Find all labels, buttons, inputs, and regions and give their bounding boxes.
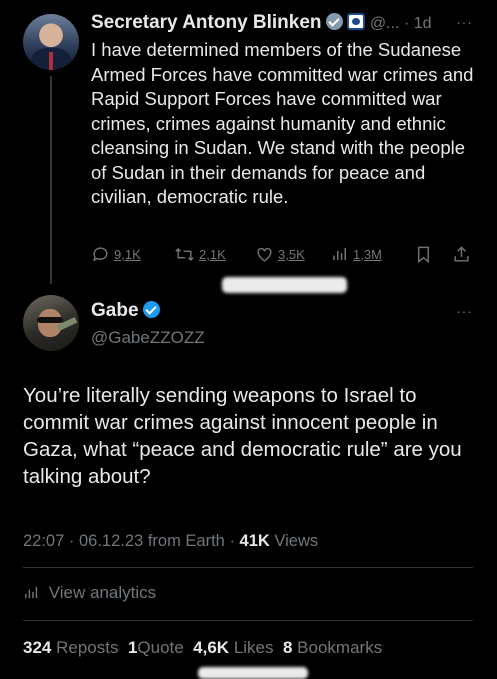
tweet-age[interactable]: 1d <box>414 15 432 32</box>
reply-header: Gabe <box>91 300 160 322</box>
author-handle[interactable]: @... <box>370 15 400 32</box>
repost-icon <box>175 247 194 262</box>
reply-date[interactable]: 06.12.23 <box>79 532 143 550</box>
bookmarks-stat[interactable]: 8 Bookmarks <box>283 638 382 657</box>
quotes-label: Quote <box>137 638 184 657</box>
view-count: 1,3M <box>353 246 382 262</box>
repost-button[interactable]: 2,1K <box>174 245 226 264</box>
view-analytics-button[interactable]: View analytics <box>23 583 156 603</box>
share-icon <box>454 246 469 262</box>
reply-stats: 324 Reposts 1Quote 4,6K Likes 8 Bookmark… <box>23 638 382 658</box>
avatar-gabe[interactable] <box>23 295 79 351</box>
like-count: 3,5K <box>278 247 305 262</box>
quotes-stat[interactable]: 1Quote <box>128 638 184 657</box>
tweet-text: I have determined members of the Sudanes… <box>91 39 474 207</box>
government-seal-icon <box>347 13 366 30</box>
view-analytics-label: View analytics <box>48 583 157 602</box>
reposts-count: 324 <box>23 638 52 657</box>
likes-count: 4,6K <box>193 638 230 657</box>
reply-author-handle[interactable]: @GabeZZOZZ <box>91 328 205 348</box>
divider <box>23 620 473 621</box>
quotes-count: 1 <box>127 638 138 657</box>
reply-text: You’re literally sending weapons to Isra… <box>23 384 462 488</box>
verified-badge-icon <box>326 13 343 30</box>
bookmarks-label: Bookmarks <box>297 638 383 657</box>
redaction-bar <box>198 667 308 679</box>
reply-count: 9,1K <box>114 247 141 262</box>
likes-label: Likes <box>233 638 274 657</box>
bookmarks-count: 8 <box>282 638 293 657</box>
tweet-actions: 9,1K 2,1K 3,5K 1,3M <box>91 245 483 267</box>
avatar-sunglasses <box>37 317 63 323</box>
meta-separator-2: · <box>229 532 235 550</box>
reply-location: from Earth <box>147 532 225 550</box>
more-options-icon[interactable]: ··· <box>456 14 473 30</box>
repost-count: 2,1K <box>199 247 226 262</box>
views-button[interactable]: 1,3M <box>331 245 382 263</box>
reply-views-label: Views <box>274 532 319 550</box>
likes-stat[interactable]: 4,6K Likes <box>193 638 273 657</box>
bookmark-icon <box>418 246 429 264</box>
reply-icon <box>93 247 108 262</box>
avatar-blinken[interactable] <box>23 14 79 70</box>
reposts-stat[interactable]: 324 Reposts <box>23 638 118 657</box>
reply-meta: 22:07 · 06.12.23 from Earth · 41K Views <box>23 532 318 551</box>
redaction-bar <box>222 277 347 293</box>
reposts-label: Reposts <box>56 638 119 657</box>
tweet-header: Secretary Antony Blinken @... · 1d <box>91 12 483 36</box>
reply-view-count: 41K <box>239 532 270 550</box>
share-button[interactable] <box>452 245 471 264</box>
author-name[interactable]: Secretary Antony Blinken <box>91 12 322 33</box>
avatar-face <box>38 309 62 337</box>
heart-icon <box>257 247 272 262</box>
more-options-icon[interactable]: ··· <box>456 303 473 319</box>
views-bar-chart-icon <box>333 248 346 260</box>
reply-button[interactable]: 9,1K <box>91 245 141 264</box>
bookmark-button[interactable] <box>415 245 432 264</box>
reply-time[interactable]: 22:07 <box>23 532 64 550</box>
verified-badge-icon <box>142 301 160 318</box>
thread-line <box>50 76 52 284</box>
meta-separator: · <box>68 532 75 550</box>
avatar-tie <box>49 52 53 70</box>
reply-author-name[interactable]: Gabe <box>91 300 139 321</box>
dot-separator: · <box>403 15 410 32</box>
like-button[interactable]: 3,5K <box>255 245 305 264</box>
analytics-icon <box>25 586 38 599</box>
divider <box>23 567 473 568</box>
